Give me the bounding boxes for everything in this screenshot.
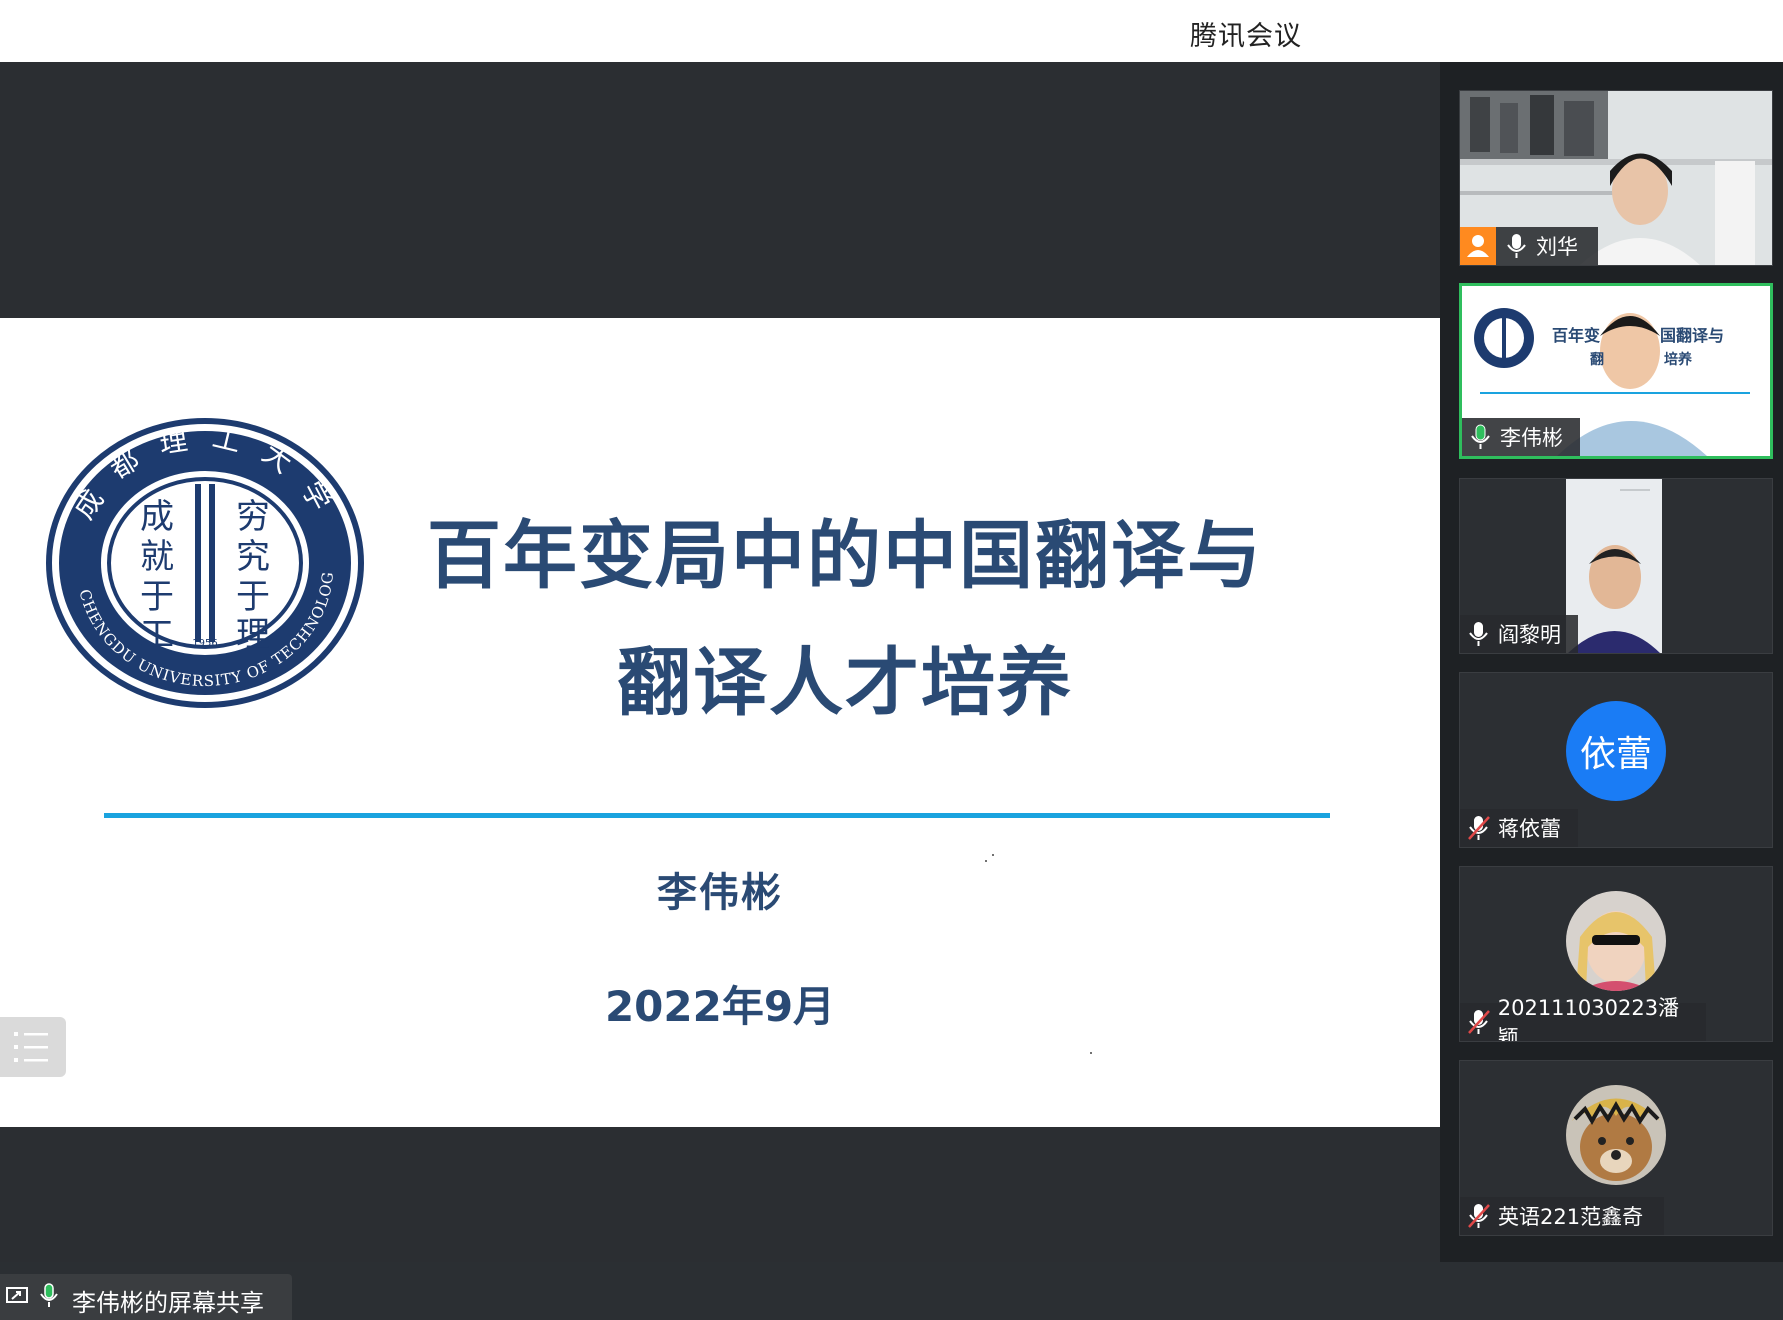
participant-name-bar: 英语221范鑫奇 bbox=[1460, 1197, 1664, 1235]
screen-share-icon bbox=[6, 1287, 28, 1303]
participant-tile-active[interactable]: 百年变 国翻译与 翻 培养 李伟彬 bbox=[1459, 283, 1773, 459]
title-bar: 腾讯会议 bbox=[0, 0, 1783, 63]
university-seal-logo: 成 就 于 工 穷 究 于 理 1956 成都理工大学 CHENGDU UNIV… bbox=[45, 418, 364, 708]
mic-on-icon bbox=[40, 1283, 58, 1307]
participant-tile[interactable]: 英语221范鑫奇 bbox=[1459, 1060, 1773, 1236]
logo-char: 就 bbox=[140, 537, 174, 577]
mic-muted-icon bbox=[1468, 816, 1490, 840]
participant-name: 英语221范鑫奇 bbox=[1498, 1205, 1644, 1229]
slide-date: 2022年9月 bbox=[604, 982, 836, 1031]
logo-char: 成 bbox=[140, 497, 174, 537]
list-icon bbox=[14, 1032, 48, 1062]
participant-name: 刘华 bbox=[1536, 235, 1578, 259]
app-title: 腾讯会议 bbox=[1190, 21, 1302, 52]
logo-char: 理 bbox=[236, 615, 270, 655]
mic-on-icon bbox=[1469, 622, 1488, 646]
slide-list-button[interactable] bbox=[0, 1017, 66, 1077]
shared-screen-area: 成 就 于 工 穷 究 于 理 1956 成都理工大学 CHENGDU UNIV… bbox=[0, 62, 1440, 1320]
share-label-text: 李伟彬的屏幕共享 bbox=[72, 1289, 264, 1317]
participant-name-bar: 李伟彬 bbox=[1462, 418, 1580, 456]
participant-name-bar: 蒋依蕾 bbox=[1460, 809, 1578, 847]
participant-name: 阎黎明 bbox=[1498, 623, 1561, 647]
slide-snippet: 国翻译与 bbox=[1660, 326, 1725, 345]
mic-muted-icon bbox=[1468, 1010, 1490, 1034]
logo-char: 工 bbox=[140, 615, 174, 655]
host-icon bbox=[1460, 227, 1496, 265]
slide-author: 李伟彬 bbox=[657, 870, 783, 916]
mic-muted-icon bbox=[1468, 1204, 1490, 1228]
logo-char: 于 bbox=[236, 577, 270, 617]
participant-name-bar: 刘华 bbox=[1460, 227, 1598, 265]
slide-snippet: 百年变 bbox=[1552, 326, 1601, 345]
logo-year: 1956 bbox=[192, 638, 217, 649]
presentation-slide: 成 就 于 工 穷 究 于 理 1956 成都理工大学 CHENGDU UNIV… bbox=[0, 318, 1440, 1127]
logo-char: 于 bbox=[140, 577, 174, 617]
slide-divider bbox=[104, 813, 1330, 818]
slide-title-line2: 翻译人才培养 bbox=[617, 640, 1073, 726]
participant-tile[interactable]: 202111030223潘颖 bbox=[1459, 866, 1773, 1042]
participant-tile[interactable]: 依蕾 蒋依蕾 bbox=[1459, 672, 1773, 848]
participant-tile[interactable]: 刘华 bbox=[1459, 90, 1773, 266]
avatar: 依蕾 bbox=[1566, 701, 1666, 801]
mic-speaking-icon bbox=[1471, 424, 1490, 449]
participant-name: 202111030223潘颖 bbox=[1497, 996, 1680, 1042]
participant-name-bar: 阎黎明 bbox=[1460, 615, 1578, 653]
participant-name: 李伟彬 bbox=[1500, 426, 1563, 450]
stray-dot bbox=[985, 860, 987, 862]
mic-on-icon bbox=[1507, 234, 1526, 258]
participant-name-bar: 202111030223潘颖 bbox=[1460, 996, 1706, 1041]
slide-title-line1: 百年变局中的中国翻译与 bbox=[427, 513, 1263, 599]
slide-snippet: 翻 bbox=[1590, 352, 1604, 368]
logo-char: 穷 bbox=[236, 497, 270, 537]
slide-snippet: 培养 bbox=[1664, 352, 1692, 368]
stray-dot bbox=[992, 854, 994, 856]
stray-dot bbox=[1090, 1052, 1092, 1054]
participant-name: 蒋依蕾 bbox=[1498, 817, 1561, 841]
participant-tile[interactable]: 阎黎明 bbox=[1459, 478, 1773, 654]
screen-share-label: 李伟彬的屏幕共享 bbox=[0, 1274, 292, 1320]
logo-char: 究 bbox=[236, 537, 270, 577]
